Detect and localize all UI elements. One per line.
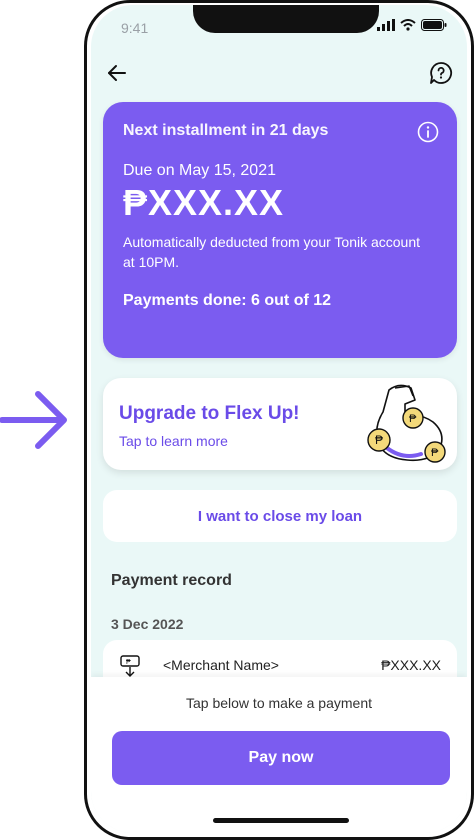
status-time: 9:41 [121, 20, 149, 36]
close-loan-button[interactable]: I want to close my loan [103, 490, 457, 542]
due-date: Due on May 15, 2021 [123, 162, 276, 179]
battery-icon [421, 19, 447, 31]
flex-up-promo-card[interactable]: Upgrade to Flex Up! Tap to learn more ₱ … [103, 378, 457, 470]
signal-icon [377, 19, 395, 31]
help-chat-icon[interactable] [429, 61, 453, 85]
arrow-left-icon[interactable] [105, 61, 129, 85]
pay-now-button[interactable]: Pay now [112, 731, 450, 785]
phone-notch [193, 5, 379, 33]
status-icons [377, 19, 447, 31]
svg-text:₱: ₱ [409, 413, 417, 425]
arrow-right-icon [0, 391, 67, 449]
phone-frame: 9:41 Next installment in 21 days Due on … [84, 0, 474, 840]
installment-card: Next installment in 21 days Due on May 1… [103, 102, 457, 358]
payments-progress: Payments done: 6 out of 12 [123, 292, 332, 309]
promo-subtitle: Tap to learn more [119, 433, 228, 449]
installment-amount: ₱XXX.XX [123, 182, 285, 223]
info-icon[interactable] [417, 121, 439, 143]
auto-deduct-note: Automatically deducted from your Tonik a… [123, 234, 421, 270]
svg-text:₱: ₱ [126, 659, 131, 666]
payment-receipt-icon: ₱ [120, 655, 140, 677]
payment-prompt: Tap below to make a payment [186, 695, 372, 711]
flexed-arm-coins-illustration: ₱ ₱ ₱ [367, 384, 446, 463]
record-date: 3 Dec 2022 [111, 616, 184, 632]
home-indicator [213, 818, 349, 823]
promo-title: Upgrade to Flex Up! [119, 403, 300, 424]
installment-title: Next installment in 21 days [123, 122, 329, 139]
merchant-name: <Merchant Name> [163, 657, 279, 673]
app-screen: 9:41 Next installment in 21 days Due on … [91, 5, 467, 833]
svg-text:₱: ₱ [375, 433, 383, 447]
record-amount: ₱XXX.XX [381, 657, 441, 673]
payment-record-title: Payment record [111, 572, 232, 589]
svg-text:₱: ₱ [431, 447, 439, 459]
payment-footer: Tap below to make a payment Pay now [91, 677, 467, 833]
wifi-icon [400, 19, 416, 31]
